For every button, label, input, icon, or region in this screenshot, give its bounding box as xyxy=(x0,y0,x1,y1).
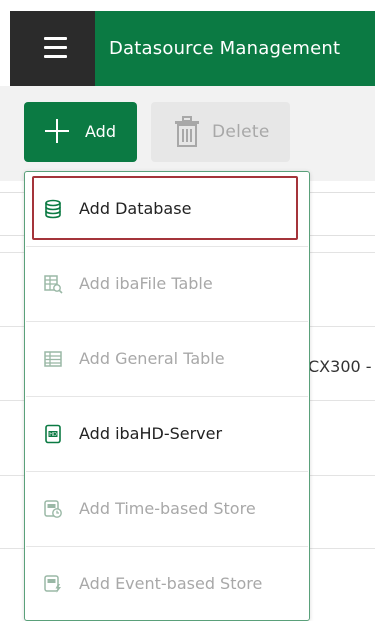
trash-icon xyxy=(175,116,199,147)
file-table-icon xyxy=(44,275,63,294)
add-button[interactable]: Add xyxy=(24,102,137,162)
menu-item-label: Add Event-based Store xyxy=(79,574,263,593)
add-button-label: Add xyxy=(85,122,116,141)
menu-item-label: Add ibaFile Table xyxy=(79,274,213,293)
hd-server-icon: HD xyxy=(45,424,61,444)
hamburger-menu-button[interactable] xyxy=(10,11,95,86)
table-cell-text: CX300 - xyxy=(308,357,372,376)
event-store-icon xyxy=(44,575,61,593)
menu-item-add-time-based-store[interactable]: Add Time-based Store xyxy=(26,472,308,547)
menu-item-add-ibahd-server[interactable]: HD Add ibaHD-Server xyxy=(26,397,308,472)
svg-text:HD: HD xyxy=(49,432,57,438)
menu-item-add-database[interactable]: Add Database xyxy=(26,172,308,247)
add-dropdown-menu: Add Database Add ibaFile Table Add Gener… xyxy=(24,171,310,621)
hamburger-icon-bar xyxy=(44,37,67,40)
table-icon xyxy=(44,351,62,367)
title-bar: Datasource Management xyxy=(95,11,375,86)
menu-item-label: Add Database xyxy=(79,199,192,218)
hamburger-icon-bar xyxy=(44,55,67,58)
time-store-icon xyxy=(44,500,62,518)
menu-item-add-event-based-store[interactable]: Add Event-based Store xyxy=(26,547,308,621)
database-icon xyxy=(45,199,61,219)
menu-item-label: Add ibaHD-Server xyxy=(79,424,223,443)
hamburger-icon-bar xyxy=(44,46,67,49)
plus-icon xyxy=(41,115,73,147)
menu-item-label: Add Time-based Store xyxy=(79,499,256,518)
menu-item-label: Add General Table xyxy=(79,349,225,368)
delete-button[interactable]: Delete xyxy=(151,102,290,162)
delete-button-label: Delete xyxy=(212,122,270,142)
page-title: Datasource Management xyxy=(109,38,341,59)
app-header: Datasource Management xyxy=(0,0,375,86)
menu-item-add-general-table[interactable]: Add General Table xyxy=(26,322,308,397)
menu-item-add-ibafile-table[interactable]: Add ibaFile Table xyxy=(26,247,308,322)
